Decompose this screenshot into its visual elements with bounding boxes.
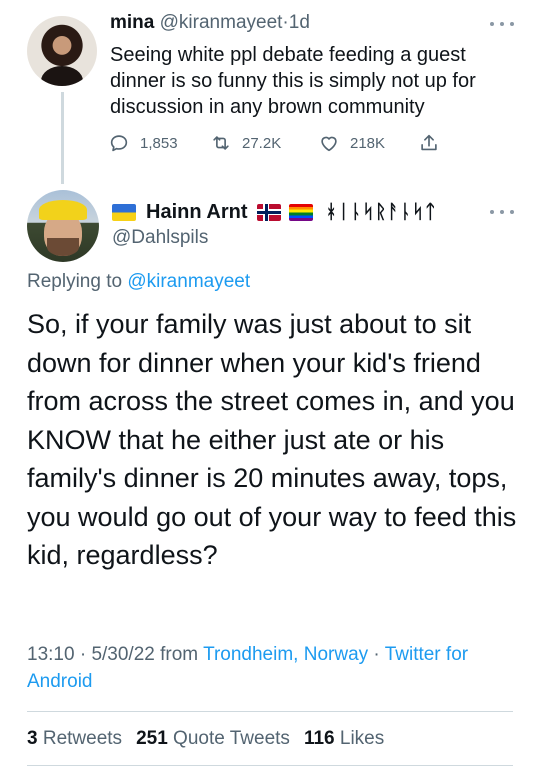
parent-tweet[interactable]: mina @kiranmayeet·1d Seeing white ppl de… bbox=[0, 0, 540, 184]
rainbow-flag-icon bbox=[289, 203, 314, 221]
retweets-stat-count: 3 bbox=[27, 728, 38, 749]
location-link[interactable]: Trondheim, Norway bbox=[203, 644, 368, 665]
like-icon bbox=[321, 136, 337, 152]
quote-tweets-stat-count: 251 bbox=[136, 728, 168, 749]
reply-count: 1,853 bbox=[140, 134, 178, 152]
more-icon[interactable] bbox=[490, 207, 514, 217]
quote-tweets-stat[interactable]: 251 Quote Tweets bbox=[136, 728, 290, 749]
likes-stat-count: 116 bbox=[303, 728, 335, 749]
replying-mention-link[interactable]: @kiranmayeet bbox=[127, 271, 250, 292]
retweets-stat[interactable]: 3 Retweets bbox=[27, 728, 122, 749]
likes-stat[interactable]: 116 Likes bbox=[304, 728, 384, 749]
share-button[interactable] bbox=[418, 131, 450, 155]
engagement-stats: 3 Retweets 251 Quote Tweets 116 Likes bbox=[27, 727, 384, 751]
ukraine-flag-icon bbox=[112, 203, 136, 221]
author-handle[interactable]: @Dahlspils bbox=[112, 226, 208, 250]
like-count: 218K bbox=[350, 134, 386, 152]
parent-tweet-text: Seeing white ppl debate feeding a guest … bbox=[110, 44, 476, 118]
divider bbox=[27, 765, 513, 766]
retweets-stat-label: Retweets bbox=[42, 728, 123, 749]
from-label: from bbox=[160, 644, 199, 665]
timestamp-separator: · bbox=[79, 644, 87, 665]
retweet-icon bbox=[213, 136, 229, 150]
norway-flag-icon bbox=[257, 203, 282, 221]
likes-stat-label: Likes bbox=[339, 728, 385, 749]
main-author[interactable]: Hainn Arnt ᚼᛁᚿᛋᚱᚨᚿᛋᛏ bbox=[112, 198, 437, 226]
tweet-timestamp: 13:10 · 5/30/22 from Trondheim, Norway ·… bbox=[27, 641, 527, 695]
reply-button[interactable]: 1,853 bbox=[108, 131, 178, 155]
author-handle[interactable]: @kiranmayeet bbox=[160, 12, 283, 33]
avatar[interactable] bbox=[27, 190, 99, 262]
tweet-text: So, if your family was just about to sit… bbox=[27, 309, 517, 570]
replying-to: Replying to @kiranmayeet bbox=[27, 270, 250, 294]
like-button[interactable]: 218K bbox=[318, 131, 385, 155]
tweet-actions: 1,853 27.2K 218K bbox=[108, 131, 448, 155]
timestamp-separator: · bbox=[373, 644, 380, 665]
tweet-age[interactable]: 1d bbox=[289, 12, 310, 33]
avatar[interactable] bbox=[27, 16, 97, 86]
more-icon[interactable] bbox=[490, 19, 514, 29]
thread-connector bbox=[61, 92, 64, 184]
tweet-date[interactable]: 5/30/22 bbox=[91, 644, 154, 665]
reply-icon bbox=[110, 135, 128, 152]
quote-tweets-stat-label: Quote Tweets bbox=[173, 728, 290, 749]
share-icon bbox=[421, 134, 437, 151]
runic-name: ᚼᛁᚿᛋᚱᚨᚿᛋᛏ bbox=[325, 201, 438, 223]
replying-label: Replying to bbox=[27, 271, 123, 292]
divider bbox=[27, 711, 513, 712]
parent-tweet-header: mina @kiranmayeet·1d bbox=[110, 11, 310, 35]
retweet-count: 27.2K bbox=[242, 134, 282, 152]
retweet-button[interactable]: 27.2K bbox=[210, 131, 281, 155]
author-name[interactable]: Hainn Arnt bbox=[146, 201, 247, 224]
author-name[interactable]: mina bbox=[110, 12, 154, 33]
tweet-time[interactable]: 13:10 bbox=[27, 644, 75, 665]
